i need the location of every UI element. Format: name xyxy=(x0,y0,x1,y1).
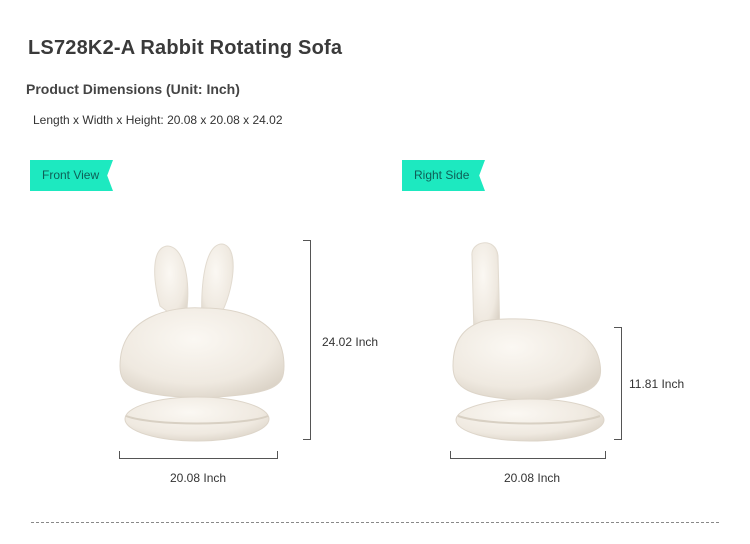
front-height-bracket xyxy=(303,240,311,440)
front-height-label: 24.02 Inch xyxy=(322,335,379,349)
side-seat-height-bracket xyxy=(614,327,622,440)
front-view-sofa-image xyxy=(119,243,285,442)
side-depth-bracket xyxy=(450,451,606,459)
front-width-bracket xyxy=(119,451,278,459)
bottom-divider xyxy=(31,522,719,523)
side-view-tag: Right Side View xyxy=(402,160,485,191)
dimensions-line: Length x Width x Height: 20.08 x 20.08 x… xyxy=(33,113,283,127)
side-seat-height-label: 11.81 Inch xyxy=(629,377,685,391)
dimensions-heading: Product Dimensions (Unit: Inch) xyxy=(26,81,240,97)
side-depth-label: 20.08 Inch xyxy=(504,471,561,485)
front-view-tag: Front View xyxy=(30,160,113,191)
page-title: LS728K2-A Rabbit Rotating Sofa xyxy=(28,37,343,59)
side-view-sofa-image xyxy=(452,242,605,442)
front-width-label: 20.08 Inch xyxy=(170,471,227,485)
